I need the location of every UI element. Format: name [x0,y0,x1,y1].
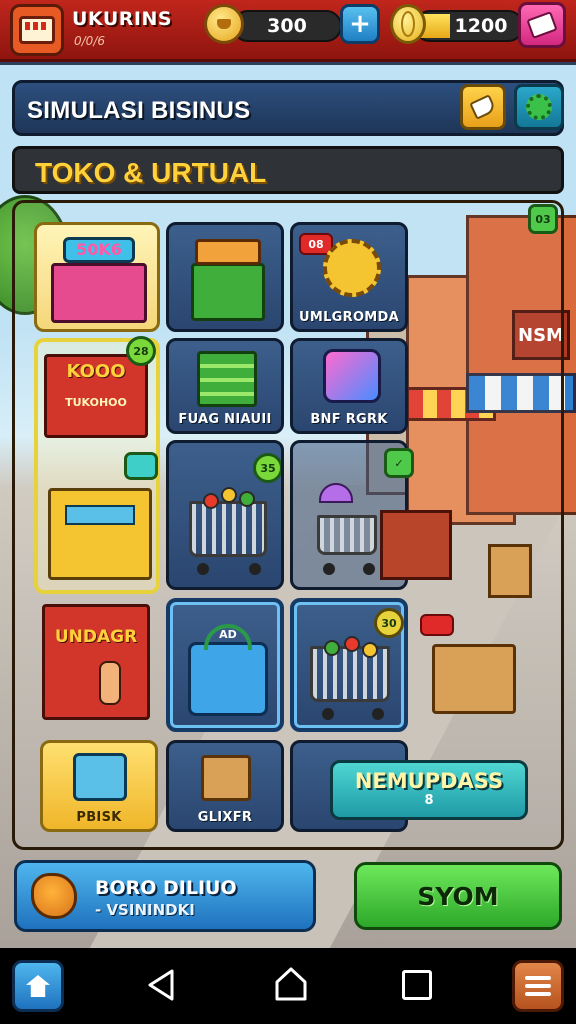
shopping-cart-icon [310,646,390,702]
shop-tile-produce-cart[interactable]: 35 [166,440,284,590]
next-upgrade-count: 8 [424,793,434,808]
stand-badge[interactable]: ✓ [384,448,414,478]
home-icon[interactable] [274,966,308,1002]
shop-ticket-button[interactable] [518,2,566,48]
tile-label: FUAG NIAUII [178,412,272,427]
crown-counter: 300 [232,10,342,42]
ticket-icon [526,11,558,39]
category-bar: TOKO & URTUAL [12,146,564,194]
shelf-icon [197,351,257,407]
menu-button[interactable] [512,960,564,1012]
shop-tile-pink-store[interactable]: 50K6 [34,222,160,332]
sale-badge [420,614,454,636]
market-stall-icon [191,263,265,321]
cart-badge: 30 [374,608,404,638]
box-icon [73,753,127,801]
shop-tile-app[interactable]: BNF RGRK [290,338,408,434]
share-icon [469,94,497,120]
tile-label: UMLGROMDA [299,310,399,325]
store-level-badge: 28 [126,336,156,366]
gear-icon [526,94,552,120]
tile-label: PBISK [76,810,122,825]
coin-icon [390,4,426,44]
store-sign: 50K6 [63,237,135,263]
home-game-button[interactable] [12,960,64,1012]
shop-tile-green-store[interactable] [166,222,284,332]
toko-store-icon: KOOO TUKOHOO [44,354,148,438]
next-upgrade-label: NEMUPDASS [354,769,504,793]
add-crowns-button[interactable]: + [340,4,380,44]
start-button[interactable]: SYOM [354,862,562,930]
stand-sign: UNDAGR [54,627,138,647]
stall-roof [195,239,261,265]
category-title: TOKO & URTUAL [35,157,267,188]
cash-register-icon[interactable] [124,452,158,480]
cart-icon [317,515,377,555]
store-sign: KOOO [66,361,126,382]
recent-apps-icon[interactable] [402,970,432,1000]
kiosk-icon [48,488,152,580]
shopkeeper [99,661,121,705]
info-title: BORO DILIUO [95,877,237,899]
app-icon [323,349,381,403]
coin-amount: 1200 [454,15,508,37]
fruit-stand [380,510,452,580]
cart-badge: 35 [253,453,281,483]
basket-handle: AD [204,624,252,650]
produce-crate [432,644,516,714]
next-upgrade-button[interactable]: NEMUPDASS 8 [330,760,528,820]
player-subtext: 0/0/6 [74,34,105,48]
back-icon[interactable] [146,968,176,1002]
share-button[interactable] [460,84,506,130]
page-title: SIMULASI BISINUS [27,97,251,124]
shopping-cart-icon [189,501,267,557]
shop-tile-glixfr[interactable]: GLIXFR [166,740,284,832]
street-badge[interactable]: 03 [528,204,558,234]
shop-logo-icon[interactable] [10,4,64,56]
umbrella-icon [319,483,353,503]
player-name: UKURINS [72,8,173,30]
business-info-button[interactable]: BORO DILIUO - VSININDKI [14,860,316,932]
store-subsign: TUKOHOO [65,396,127,409]
gear-upgrade-icon [323,239,381,297]
tile-label: BNF RGRK [310,412,388,427]
plus-icon: + [349,9,371,39]
tile-label: GLIXFR [197,810,253,825]
shop-tile-pbisk[interactable]: PBISK [40,740,158,832]
shop-tile-shelf[interactable]: FUAG NIAUII [166,338,284,434]
basket-icon [188,642,268,716]
market-stand-icon[interactable]: UNDAGR [42,604,150,720]
shop-tile-blue-basket[interactable]: AD [166,598,284,732]
crown-icon [204,4,244,44]
menu-icon [525,976,551,980]
shop-tile-upgrade[interactable]: 08 UMLGROMDA [290,222,408,332]
shop-tile-full-cart[interactable]: 30 [290,598,408,732]
bag-icon [201,755,251,801]
crate [488,544,532,598]
mascot-icon [31,873,77,919]
crown-amount: 300 [267,15,307,37]
store-icon [51,263,147,323]
settings-button[interactable] [514,84,564,130]
house-icon [26,975,50,997]
info-subtitle: - VSININDKI [95,901,195,919]
